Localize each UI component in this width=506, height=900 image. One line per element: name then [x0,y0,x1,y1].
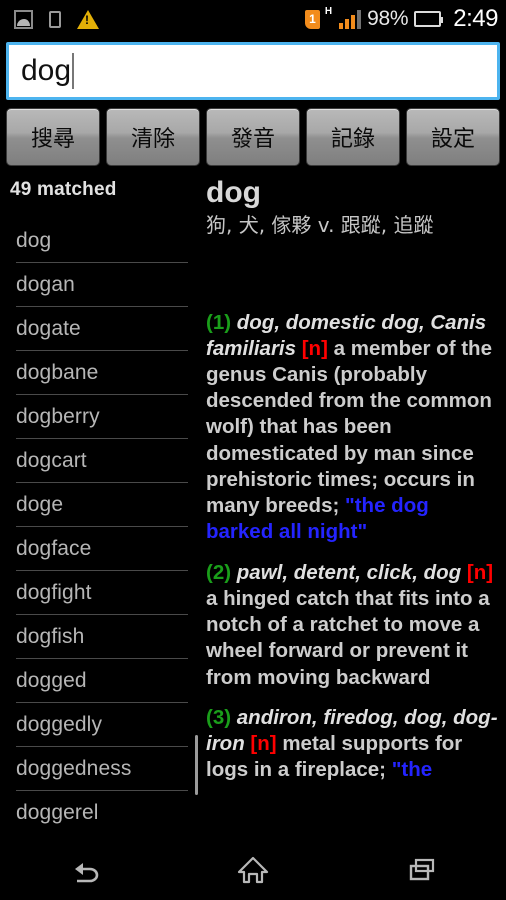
nav-back-button[interactable] [0,840,169,900]
list-item-label: dogate [16,316,81,340]
list-item[interactable]: dogbane [16,351,188,395]
matched-count-label: 49 matched [10,179,117,200]
definition-example: "the [391,758,433,782]
definition-number: (3) [206,705,232,729]
battery-percent-label: 98% [367,7,409,30]
list-item[interactable]: dog [16,219,188,263]
warning-icon [77,9,99,29]
entry-word: dog [206,176,261,209]
list-item-label: doggedness [16,756,132,780]
list-item-label: dogcart [16,448,87,472]
clear-button[interactable]: 清除 [106,108,200,166]
list-item-label: doggedly [16,712,103,736]
list-item-label: dogface [16,536,92,560]
nav-home-button[interactable] [169,840,338,900]
definition-part-of-speech: [n] [250,732,277,756]
definition-synonyms: pawl, detent, click, dog [236,560,462,584]
list-item-label: dogbane [16,360,99,384]
nav-recents-button[interactable] [337,840,506,900]
list-item[interactable]: doge [16,483,188,527]
list-item[interactable]: dogfight [16,571,188,615]
list-item[interactable]: doggerel [16,791,188,835]
list-item-label: dogberry [16,404,100,428]
list-item-label: dogfish [16,624,85,648]
recents-icon [409,858,434,881]
clock-label: 2:49 [453,5,498,32]
search-input-value: dog [21,54,72,87]
battery-icon [414,11,444,27]
image-icon [14,9,33,29]
list-item[interactable]: dogate [16,307,188,351]
definition-entry: (2) pawl, detent, click, dog [n] a hinge… [206,560,498,691]
status-bar-right-icons: 1 H 98% 2:49 [304,5,498,33]
list-item-label: doge [16,492,64,516]
sdcard-icon [49,10,61,28]
list-item[interactable]: dogberry [16,395,188,439]
word-list[interactable]: dog dogan dogate dogbane dogberry dogcart doge… [0,219,196,840]
list-item-label: dogan [16,272,75,296]
settings-button[interactable]: 設定 [406,108,500,166]
definition-number: (2) [206,560,232,584]
list-item[interactable]: dogface [16,527,188,571]
list-item[interactable]: doggedness [16,747,188,791]
network-type-label: H [324,6,333,17]
main-content: 49 matched dog dogan dogate dogbane dogberry… [0,175,506,840]
status-bar: 1 H 98% 2:49 [0,0,506,38]
definition-text: a hinged catch that fits into a notch of… [206,586,490,689]
results-pane: 49 matched dog dogan dogate dogbane dogberry… [0,175,196,840]
back-icon [75,863,99,883]
history-button[interactable]: 記錄 [306,108,400,166]
sim-card-icon: 1 [304,9,320,29]
definition-entry: (1) dog, domestic dog, Canis familiaris … [206,310,498,546]
definition-pane[interactable]: dog 狗, 犬, 傢夥 v. 跟蹤, 追蹤 (1) dog, domestic… [198,175,506,840]
list-item-label: dogged [16,668,87,692]
text-caret [72,53,75,89]
pronounce-button[interactable]: 發音 [206,108,300,166]
home-icon [237,856,269,884]
system-nav-bar [0,840,506,900]
definition-entry: (3) andiron, firedog, dog, dog-iron [n] … [206,705,498,784]
list-item[interactable]: dogged [16,659,188,703]
definition-part-of-speech: [n] [466,560,494,584]
entry-translation: 狗, 犬, 傢夥 v. 跟蹤, 追蹤 [206,212,434,237]
list-item[interactable]: doggedly [16,703,188,747]
list-item[interactable]: dogfish [16,615,188,659]
definition-part-of-speech: [n] [301,336,328,360]
definition-list: (1) dog, domestic dog, Canis familiaris … [206,310,498,784]
definition-number: (1) [206,310,232,334]
list-item[interactable]: dogcart [16,439,188,483]
search-field-container: dog [0,38,506,100]
status-bar-left-icons [14,9,99,29]
toolbar: 搜尋 清除 發音 記錄 設定 [0,100,506,172]
list-item-label: dog [16,228,52,252]
search-input[interactable]: dog [6,42,500,100]
definition-text: a member of the genus Canis (probably de… [206,336,492,518]
list-item-label: doggerel [16,801,99,824]
list-item-label: dogfight [16,580,92,604]
list-item[interactable]: dogan [16,263,188,307]
signal-strength-icon [339,9,362,29]
search-button[interactable]: 搜尋 [6,108,100,166]
